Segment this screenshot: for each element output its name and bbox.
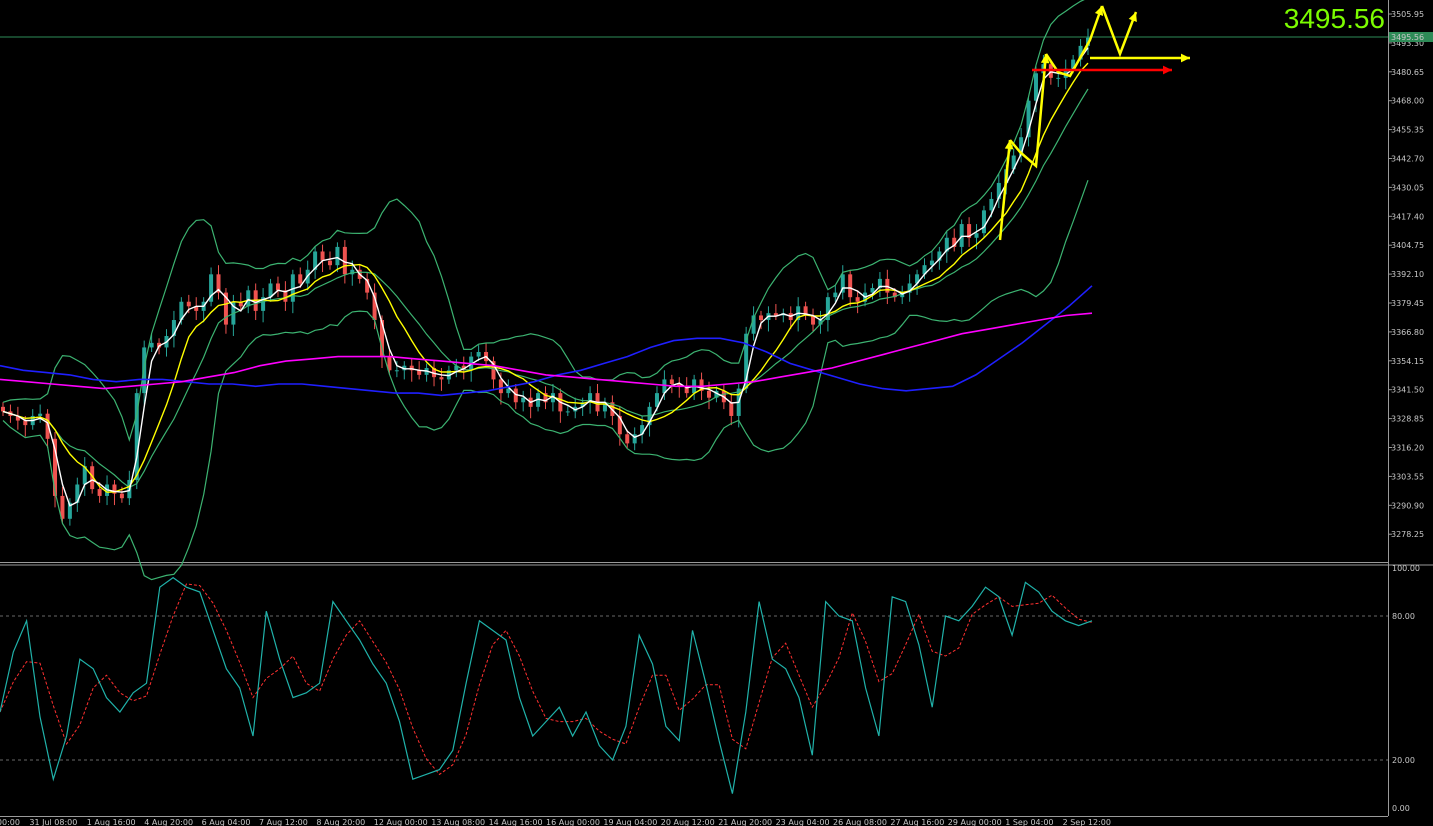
price-axis-label: 3455.35 <box>1391 126 1424 135</box>
time-axis-label: 8 Aug 20:00 <box>316 818 365 826</box>
price-axis-label: 3290.90 <box>1391 501 1424 510</box>
current-price-display: 3495.56 <box>1283 3 1385 34</box>
candle-body <box>981 210 986 234</box>
candle-body <box>246 290 251 307</box>
price-axis-label: 3341.50 <box>1391 386 1424 395</box>
oscillator-axis-label: 100.00 <box>1392 564 1420 573</box>
price-axis-label: 3404.75 <box>1391 241 1424 250</box>
price-axis-label: 3303.55 <box>1391 472 1424 481</box>
candle-body <box>476 352 481 357</box>
time-axis-label: 2 Sep 12:00 <box>1063 818 1111 826</box>
candle-body <box>275 283 280 291</box>
candle-body <box>669 379 674 384</box>
candle-body <box>974 233 979 238</box>
price-axis-label: 3316.20 <box>1391 444 1424 453</box>
price-axis-label: 3278.25 <box>1391 530 1424 539</box>
oscillator-axis-label: 0.00 <box>1392 804 1410 813</box>
price-axis-label: 3328.85 <box>1391 415 1424 424</box>
price-tag-label: 3495.56 <box>1391 33 1424 42</box>
candle-body <box>97 489 102 496</box>
oscillator-axis-label: 80.00 <box>1392 612 1415 621</box>
time-axis-label: 13 Aug 08:00 <box>431 818 485 826</box>
candle-body <box>320 251 325 261</box>
candle-body <box>498 379 503 394</box>
time-axis-label: 29 Aug 00:00 <box>948 818 1002 826</box>
time-axis-label: 27 Aug 16:00 <box>890 818 944 826</box>
oscillator-axis-label: 20.00 <box>1392 756 1415 765</box>
candle-body <box>1056 77 1061 79</box>
candle-body <box>833 292 838 298</box>
time-axis-label: 20 Aug 12:00 <box>661 818 715 826</box>
time-axis-label: 23 Aug 04:00 <box>776 818 830 826</box>
time-axis-label: 7 Aug 12:00 <box>259 818 308 826</box>
price-axis-label: 3366.80 <box>1391 328 1424 337</box>
time-axis-label: 14 Aug 16:00 <box>489 818 543 826</box>
time-axis-label: 19 Aug 04:00 <box>603 818 657 826</box>
candle-body <box>23 420 28 426</box>
candle-body <box>119 493 124 499</box>
candle-body <box>625 434 630 444</box>
candle-body <box>1033 73 1038 101</box>
candle-body <box>149 342 154 348</box>
price-axis-label: 3430.05 <box>1391 183 1424 192</box>
candle-body <box>959 224 964 247</box>
candle-body <box>565 411 570 413</box>
price-axis-label: 3505.95 <box>1391 10 1424 19</box>
candle-body <box>521 397 526 403</box>
trading-chart[interactable]: 3505.953493.303480.653468.003455.353442.… <box>0 0 1433 826</box>
candle-body <box>394 370 399 372</box>
price-axis-label: 3354.15 <box>1391 357 1424 366</box>
candle-body <box>38 413 43 416</box>
time-axis-label: 1 Aug 16:00 <box>87 818 136 826</box>
candle-body <box>989 198 994 211</box>
candle-body <box>439 377 444 380</box>
time-axis-label: 21 Aug 20:00 <box>718 818 772 826</box>
candle-body <box>885 278 890 293</box>
candle-body <box>335 246 340 266</box>
candle-body <box>327 260 332 266</box>
candle-body <box>298 274 303 284</box>
time-axis-label: 4 Aug 20:00 <box>144 818 193 826</box>
time-axis-label: 6 Aug 04:00 <box>202 818 251 826</box>
candle-body <box>855 297 860 302</box>
time-axis-label: 1 Sep 04:00 <box>1005 818 1053 826</box>
price-axis-label: 3442.70 <box>1391 155 1424 164</box>
time-axis-label: 16 Aug 00:00 <box>546 818 600 826</box>
price-axis-label: 3417.40 <box>1391 212 1424 221</box>
price-axis-label: 3379.45 <box>1391 299 1424 308</box>
time-axis-label: 12 Aug 00:00 <box>374 818 428 826</box>
candle-body <box>1 406 5 412</box>
candle-body <box>706 390 711 398</box>
time-axis-label: 30 Jul 00:00 <box>0 818 20 826</box>
time-axis-label: 31 Jul 08:00 <box>29 818 77 826</box>
chart-background <box>0 0 1433 826</box>
price-axis-label: 3392.10 <box>1391 270 1424 279</box>
candle-body <box>729 402 734 416</box>
time-axis-label: 26 Aug 08:00 <box>833 818 887 826</box>
candle-body <box>848 274 853 298</box>
price-axis-label: 3468.00 <box>1391 97 1424 106</box>
candle-body <box>759 315 764 321</box>
price-axis-label: 3480.65 <box>1391 68 1424 77</box>
candle-body <box>186 301 191 307</box>
